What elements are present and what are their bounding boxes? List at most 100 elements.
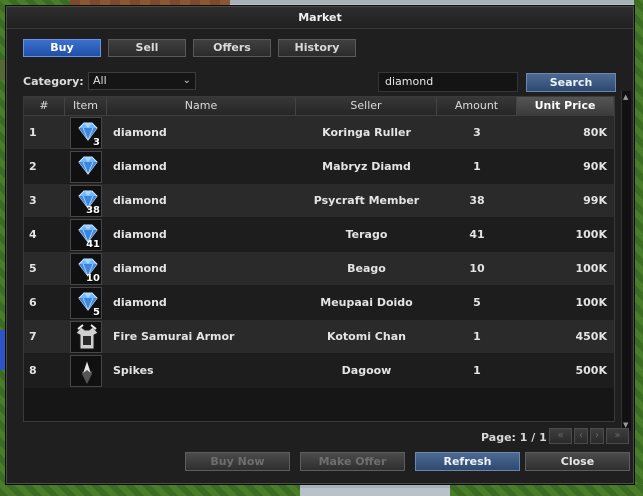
seller-name: Mabryz Diamd [322,160,411,173]
item-amount: 5 [473,296,481,309]
unit-price: 99K [583,194,607,207]
item-count: 5 [93,306,100,318]
scroll-up-icon[interactable]: ▲ [623,93,628,101]
row-number: 8 [29,364,37,377]
table-row[interactable]: 8 Spikes Dagoow 1 500K [24,354,614,388]
table-row[interactable]: 6 5 diamond Meupaai Doido 5 100K [24,286,614,320]
item-cell [65,150,107,183]
item-count: 38 [86,204,100,216]
item-slot [70,150,102,183]
seller-name: Kotomi Chan [327,330,406,343]
item-slot [70,354,102,387]
item-name: Fire Samurai Armor [113,330,235,343]
seller-name: Beago [347,262,386,275]
filter-row: Category: All ⌄ diamond Search [23,72,623,92]
refresh-button[interactable]: Refresh [415,452,520,471]
page-indicator: Page: 1 / 1 [481,431,547,444]
seller-name: Dagoow [341,364,392,377]
buy-now-button[interactable]: Buy Now [185,452,290,471]
header-item[interactable]: Item [65,97,107,116]
seller-name: Psycraft Member [313,194,420,207]
unit-price: 100K [575,262,608,275]
row-number: 1 [29,126,37,139]
market-window: Market Buy Sell Offers History Category:… [6,6,634,484]
header-name[interactable]: Name [107,97,296,116]
table-row[interactable]: 1 3 diamond Koringa Ruller 3 80K [24,116,614,150]
make-offer-button[interactable]: Make Offer [300,452,405,471]
table-row[interactable]: 4 41 diamond Terago 41 100K [24,218,614,252]
table-row[interactable]: 7 Fire Samurai Armor Kotomi Chan 1 450K [24,320,614,354]
category-label: Category: [23,75,84,88]
item-cell [65,354,107,387]
header-seller[interactable]: Seller [296,97,437,116]
tab-history[interactable]: History [278,39,356,57]
item-count: 10 [86,272,100,284]
chevron-down-icon: ⌄ [182,75,191,86]
search-button[interactable]: Search [526,73,616,92]
table-body: 1 3 diamond Koringa Ruller 3 80K 2 diamond Mabry… [24,116,614,388]
item-amount: 3 [473,126,481,139]
item-name: diamond [113,296,167,309]
item-name: diamond [113,262,167,275]
item-slot: 10 [70,252,102,285]
header-amount[interactable]: Amount [437,97,517,116]
row-number: 5 [29,262,37,275]
unit-price: 450K [575,330,608,343]
unit-price: 500K [575,364,608,377]
unit-price: 100K [575,296,608,309]
item-slot: 5 [70,286,102,319]
row-number: 7 [29,330,37,343]
table-scrollbar[interactable]: ▲ ▼ [621,91,631,431]
search-input[interactable]: diamond [378,72,518,92]
seller-name: Terago [345,228,388,241]
item-cell: 41 [65,218,107,251]
item-amount: 38 [469,194,485,207]
close-button[interactable]: Close [525,452,630,471]
tab-offers[interactable]: Offers [193,39,271,57]
window-title: Market [7,7,633,29]
table-row[interactable]: 3 38 diamond Psycraft Member 38 99K [24,184,614,218]
table-row[interactable]: 2 diamond Mabryz Diamd 1 90K [24,150,614,184]
first-page-button[interactable]: « [549,428,572,444]
row-number: 3 [29,194,37,207]
item-amount: 1 [473,330,481,343]
item-cell: 3 [65,116,107,149]
row-number: 6 [29,296,37,309]
next-page-button[interactable]: › [590,428,604,444]
header-unit-price[interactable]: Unit Price [517,97,614,116]
row-number: 2 [29,160,37,173]
unit-price: 100K [575,228,608,241]
item-cell: 38 [65,184,107,217]
item-amount: 41 [469,228,485,241]
item-name: diamond [113,126,167,139]
market-tabs: Buy Sell Offers History [23,39,356,57]
category-value: All [93,74,107,87]
item-cell: 10 [65,252,107,285]
seller-name: Koringa Ruller [322,126,411,139]
offers-table: # Item Name Seller Amount Unit Price 1 3 d… [23,96,615,422]
unit-price: 80K [583,126,607,139]
item-amount: 10 [469,262,485,275]
item-slot: 38 [70,184,102,217]
item-amount: 1 [473,160,481,173]
item-name: diamond [113,228,167,241]
table-header: # Item Name Seller Amount Unit Price [24,97,614,116]
item-cell [65,320,107,353]
item-name: diamond [113,160,167,173]
item-slot: 41 [70,218,102,251]
tab-buy[interactable]: Buy [23,39,101,57]
unit-price: 90K [583,160,607,173]
header-num[interactable]: # [24,97,65,116]
item-name: Spikes [113,364,154,377]
item-count: 3 [93,136,100,148]
seller-name: Meupaai Doido [320,296,413,309]
tab-sell[interactable]: Sell [108,39,186,57]
item-cell: 5 [65,286,107,319]
last-page-button[interactable]: » [606,428,629,444]
item-amount: 1 [473,364,481,377]
prev-page-button[interactable]: ‹ [574,428,588,444]
table-row[interactable]: 5 10 diamond Beago 10 100K [24,252,614,286]
category-select[interactable]: All ⌄ [88,72,196,90]
item-slot [70,320,102,353]
row-number: 4 [29,228,37,241]
